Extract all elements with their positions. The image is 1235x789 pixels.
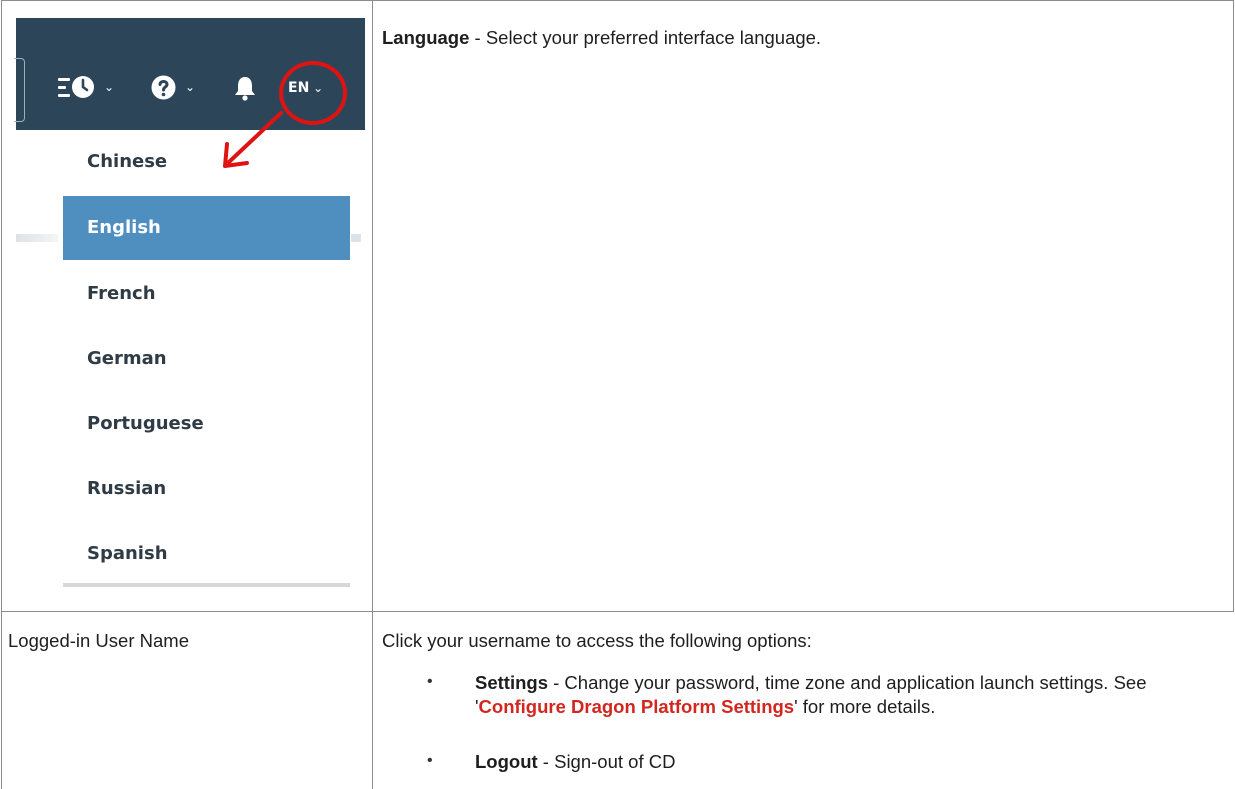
table-row-divider: [1, 611, 1234, 612]
chevron-down-icon[interactable]: ⌄: [104, 80, 114, 94]
logout-term: Logout: [475, 751, 538, 772]
help-icon[interactable]: [151, 75, 176, 100]
top-toolbar: ⌄ ⌄ EN ⌄: [14, 18, 365, 130]
language-option-russian[interactable]: Russian: [63, 457, 350, 521]
table-top-border: [1, 0, 1234, 1]
background-blur: [16, 234, 58, 242]
background-blur: [351, 234, 361, 242]
username-intro: Click your username to access the follow…: [382, 630, 812, 651]
table-left-border: [1, 0, 2, 789]
language-description-text: - Select your preferred interface langua…: [469, 27, 822, 48]
table-column-divider: [372, 0, 373, 789]
language-option-english[interactable]: English: [63, 196, 350, 260]
configure-dragon-platform-settings-link[interactable]: Configure Dragon Platform Settings: [479, 696, 795, 717]
table-right-border: [1233, 0, 1234, 612]
language-option-portuguese[interactable]: Portuguese: [63, 392, 350, 456]
search-box-edge: [14, 58, 25, 122]
language-option-french[interactable]: French: [63, 262, 350, 326]
settings-term: Settings: [475, 672, 548, 693]
bullet-icon: •: [427, 752, 433, 769]
language-description: Language - Select your preferred interfa…: [382, 26, 821, 50]
chevron-down-icon[interactable]: ⌄: [185, 80, 195, 94]
language-option-chinese[interactable]: Chinese: [63, 130, 350, 194]
logout-option: Logout - Sign-out of CD: [475, 750, 675, 774]
language-term: Language: [382, 27, 470, 48]
bullet-icon: •: [427, 673, 433, 690]
settings-text-after: ' for more details.: [794, 696, 936, 717]
logout-text: - Sign-out of CD: [537, 751, 676, 772]
dropdown-bottom-edge: [63, 583, 350, 587]
language-option-spanish[interactable]: Spanish: [63, 522, 350, 586]
settings-option: Settings - Change your password, time zo…: [475, 671, 1227, 719]
clock-icon[interactable]: [71, 75, 95, 99]
help-table: ⌄ ⌄ EN ⌄ Chinese English French German P…: [0, 0, 1235, 789]
logged-in-user-name-label: Logged-in User Name: [8, 630, 189, 651]
language-option-german[interactable]: German: [63, 327, 350, 391]
bell-icon[interactable]: [232, 75, 258, 101]
language-menu-screenshot: ⌄ ⌄ EN ⌄ Chinese English French German P…: [14, 18, 366, 593]
